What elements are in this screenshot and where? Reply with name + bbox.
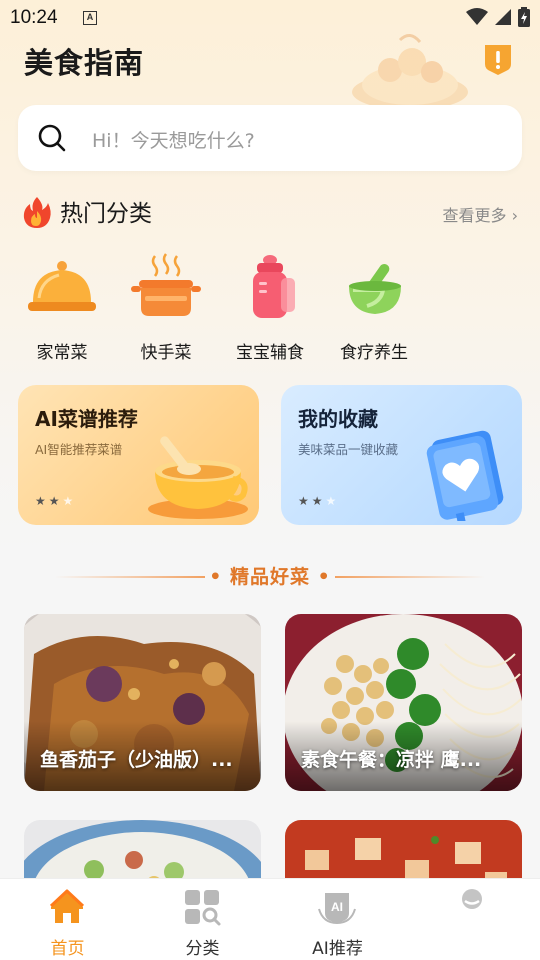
cloche-icon [28,261,96,311]
nav-profile[interactable] [405,879,540,960]
star-icon: ★ [325,494,337,508]
category-label: 食疗养生 [340,343,408,363]
status-bar: 10:24 A [0,0,540,36]
nav-label: AI推荐 [312,939,363,959]
category-diet-therapy[interactable]: 食疗养生 [326,252,422,363]
category-home-cooking[interactable]: 家常菜 [14,252,110,363]
alert-badge-icon[interactable] [482,42,514,76]
feature-title: 我的收藏 [298,407,378,431]
search-bar[interactable]: Hi！今天想吃什么? [18,105,522,171]
status-icons [466,7,530,27]
home-icon [49,889,85,923]
food-card[interactable]: 鱼香茄子（少油版）... [24,614,261,791]
category-label: 宝宝辅食 [236,343,304,363]
nav-label: 首页 [50,939,85,959]
nav-category[interactable]: 分类 [135,879,270,960]
svg-text:AI: AI [331,900,343,914]
food-name: 鱼香茄子（少油版）... [40,749,233,771]
mortar-icon [349,263,401,314]
rating-stars: ★ ★ ★ [35,494,73,508]
rating-stars: ★ ★ ★ [298,494,336,508]
hot-category-title: 热门分类 [60,201,152,227]
fire-icon [23,197,51,228]
category-grid-icon [185,890,221,926]
favorite-book-icon [426,430,504,521]
hot-category-header: 热门分类 查看更多 › [22,193,522,233]
section-title: • 精品好菜 • [209,566,331,588]
feature-subtitle: AI智能推荐菜谱 [35,442,123,457]
star-icon: ★ [48,494,60,508]
category-label: 家常菜 [36,343,88,363]
feature-subtitle: 美味菜品一键收藏 [298,442,399,457]
search-placeholder: Hi！今天想吃什么? [92,130,255,152]
category-baby-food[interactable]: 宝宝辅食 [222,252,318,363]
notification-icon: A [83,11,97,25]
search-icon [38,124,66,152]
star-icon: ★ [311,494,323,508]
view-more-link[interactable]: 查看更多 › [443,202,519,226]
star-icon: ★ [35,494,46,508]
bottom-navigation: 首页 分类 AI AI推荐 [0,878,540,960]
feature-title: AI菜谱推荐 [35,407,138,431]
page-title: 美食指南 [24,46,145,80]
baby-bottle-icon [253,255,295,318]
nav-home[interactable]: 首页 [0,879,135,960]
battery-icon [518,7,530,27]
soup-bowl-illustration [148,436,248,519]
status-time: 10:24 [10,7,58,28]
category-quick-dish[interactable]: 快手菜 [118,252,214,363]
nav-label: 分类 [185,939,220,959]
wifi-icon [466,8,488,25]
food-card[interactable]: 素食午餐：凉拌 鹰... [285,614,522,791]
ai-icon: AI [318,893,356,925]
ai-recipe-card[interactable]: AI菜谱推荐 AI智能推荐菜谱 ★ ★ ★ [18,385,259,525]
nav-ai-recommend[interactable]: AI AI推荐 [270,879,405,960]
food-name: 素食午餐：凉拌 鹰... [301,749,482,771]
my-favorites-card[interactable]: 我的收藏 美味菜品一键收藏 ★ ★ ★ [281,385,522,525]
star-icon: ★ [298,494,309,508]
category-label: 快手菜 [140,343,192,363]
star-icon: ★ [62,494,74,508]
signal-icon [495,9,511,25]
profile-icon [462,889,482,909]
hot-pot-icon [131,253,201,316]
